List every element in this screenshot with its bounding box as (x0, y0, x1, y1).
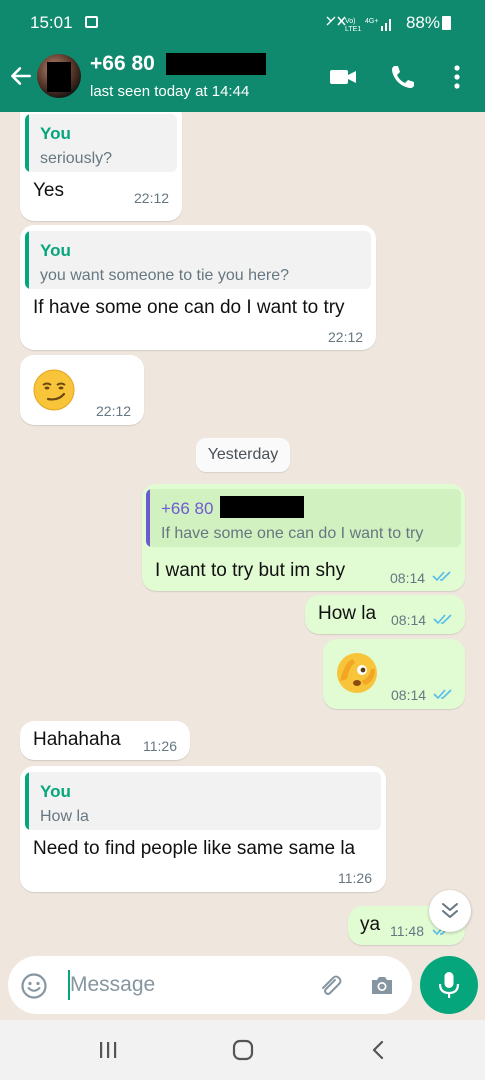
battery-percent: 88% (405, 13, 440, 32)
video-call-icon[interactable] (327, 61, 359, 93)
quote-name-redaction (220, 496, 304, 518)
more-options-icon[interactable] (441, 61, 473, 93)
signal-icon: Vo) LTE1 4G+ (345, 18, 391, 33)
scroll-to-bottom-button[interactable] (429, 890, 471, 932)
camera-icon[interactable] (368, 971, 396, 999)
message-bubble-incoming[interactable]: You How la Need to find people like same… (20, 766, 386, 892)
quote-sender: You (40, 241, 71, 260)
contact-name[interactable]: +66 80 (90, 52, 155, 76)
svg-text:4G+: 4G+ (365, 18, 378, 25)
recent-apps-icon[interactable] (94, 1036, 122, 1064)
mic-icon (438, 972, 460, 998)
quote-text: How la (40, 808, 89, 825)
message-time: 11:26 (338, 870, 372, 886)
chat-header: +66 80 last seen today at 14:44 (0, 46, 485, 112)
message-time: 08:14 (391, 612, 427, 628)
message-time: 22:12 (96, 403, 132, 419)
read-receipt-icon (432, 571, 451, 582)
message-bubble-outgoing[interactable]: 08:14 (323, 639, 465, 709)
message-text: I want to try but im shy (155, 560, 346, 581)
svg-text:LTE1: LTE1 (345, 26, 361, 33)
face-with-peeking-eye-emoji (337, 653, 377, 693)
message-time: 08:14 (391, 687, 427, 703)
message-time: 11:48 (390, 923, 424, 939)
svg-text:Vo): Vo) (345, 18, 356, 25)
message-text: Hahahaha (33, 729, 121, 750)
message-time: 22:12 (134, 190, 170, 206)
quote-text: If have some one can do I want to try (161, 525, 424, 542)
message-time: 22:12 (328, 329, 364, 345)
home-icon[interactable] (229, 1036, 257, 1064)
avatar-redaction (47, 62, 71, 92)
smirking-face-emoji (33, 369, 75, 411)
message-text: Need to find people like same same la (33, 838, 356, 859)
quote-sender: +66 80 (161, 499, 214, 518)
attach-icon[interactable] (316, 971, 344, 999)
avatar[interactable] (37, 54, 81, 98)
status-time: 15:01 (30, 13, 73, 32)
message-bubble-outgoing[interactable]: How la 08:14 (305, 595, 465, 634)
chevron-down-double-icon (442, 903, 458, 918)
quoted-message[interactable]: You you want someone to tie you here? (25, 231, 371, 289)
quote-sender: You (40, 124, 71, 143)
message-bubble-incoming[interactable]: You you want someone to tie you here? If… (20, 225, 376, 350)
message-text: ya (360, 914, 381, 935)
date-divider: Yesterday (196, 438, 290, 472)
battery-icon (442, 16, 451, 30)
message-composer[interactable]: Message (8, 956, 412, 1014)
message-bubble-outgoing[interactable]: +66 80 If have some one can do I want to… (142, 484, 465, 591)
message-text: Yes (33, 180, 64, 201)
quote-text: seriously? (40, 150, 113, 167)
message-text: If have some one can do I want to try (33, 297, 345, 318)
system-nav-bar (0, 1020, 485, 1080)
gallery-notification-icon (85, 16, 98, 28)
read-receipt-icon (433, 614, 452, 625)
chat-thread[interactable]: You seriously? Yes 22:12 You you want so… (0, 112, 485, 950)
message-time: 11:26 (143, 738, 177, 754)
quote-text: you want someone to tie you here? (40, 267, 290, 284)
phone-icon[interactable] (387, 61, 419, 93)
quoted-message[interactable]: You seriously? (25, 114, 177, 172)
message-bubble-incoming[interactable]: You seriously? Yes 22:12 (20, 112, 182, 221)
message-bubble-incoming[interactable]: Hahahaha 11:26 (20, 721, 190, 760)
emoji-icon[interactable] (20, 972, 48, 1000)
nav-back-icon[interactable] (365, 1036, 393, 1064)
status-bar: 15:01 Vo) LTE1 4G+ 88% (0, 0, 485, 46)
message-bubble-incoming[interactable]: 22:12 (20, 355, 144, 425)
message-input[interactable]: Message (70, 973, 155, 997)
quote-sender: You (40, 782, 71, 801)
message-text: How la (318, 603, 377, 624)
quoted-message[interactable]: You How la (25, 772, 381, 830)
name-redaction (166, 53, 266, 75)
back-arrow-icon[interactable] (8, 63, 34, 89)
mic-button[interactable] (420, 956, 478, 1014)
read-receipt-icon (433, 689, 452, 700)
message-time: 08:14 (390, 570, 426, 586)
last-seen-status: last seen today at 14:44 (90, 83, 250, 100)
